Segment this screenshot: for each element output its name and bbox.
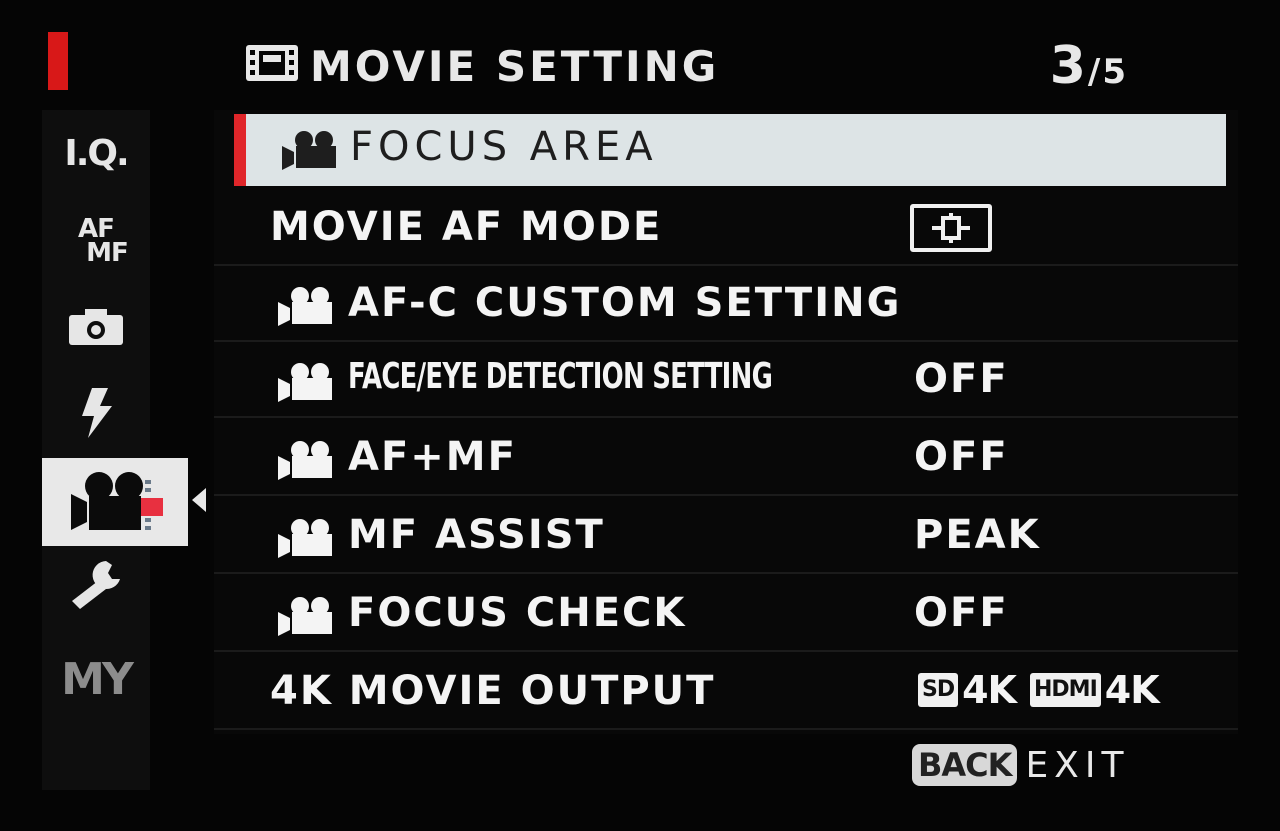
menu-item-focus-area[interactable]: FOCUS AREA <box>234 114 1226 186</box>
my-menu-icon: MY <box>61 653 134 705</box>
menu-item-movie-af-mode[interactable]: MOVIE AF MODE <box>214 190 1238 266</box>
menu-item-label: 4K MOVIE OUTPUT <box>270 668 716 714</box>
page-current: 3 <box>1049 36 1086 96</box>
hdmi-output-value: 4K <box>1104 668 1160 712</box>
af-area-icon <box>910 204 992 252</box>
menu-item-label: AF-C CUSTOM SETTING <box>348 280 902 326</box>
red-position-marker <box>48 32 68 90</box>
menu-item-af-c-custom-setting[interactable]: AF-C CUSTOM SETTING <box>214 266 1238 342</box>
menu-list: FOCUS AREA MOVIE AF MODE AF-C CUSTOM SET… <box>214 110 1238 734</box>
sidebar-item-setup[interactable] <box>42 550 150 620</box>
page-total: 5 <box>1102 52 1126 92</box>
menu-item-label: FACE/EYE DETECTION SETTING <box>348 356 773 397</box>
menu-item-focus-check[interactable]: FOCUS CHECK OFF <box>214 576 1238 652</box>
movie-camera-icon <box>278 519 332 558</box>
movie-camera-icon <box>282 131 336 170</box>
af-mf-icon: AF MF <box>64 216 129 268</box>
menu-item-label: MF ASSIST <box>348 512 605 558</box>
header: MOVIE SETTING 3/5 <box>244 36 1144 96</box>
movie-camera-icon <box>71 472 163 530</box>
sidebar-item-my-menu[interactable]: MY <box>42 644 150 714</box>
output-values: SD 4K HDMI 4K <box>918 668 1160 712</box>
wrench-icon <box>72 561 120 609</box>
back-button[interactable]: BACK <box>912 744 1018 786</box>
menu-item-face-eye-detection[interactable]: FACE/EYE DETECTION SETTING OFF <box>214 342 1238 418</box>
menu-item-label: MOVIE AF MODE <box>270 204 663 250</box>
sidebar-item-movie[interactable] <box>42 458 188 546</box>
movie-camera-icon <box>278 441 332 480</box>
menu-item-value: OFF <box>914 434 1009 480</box>
menu-item-value: PEAK <box>914 512 1041 558</box>
movie-camera-icon <box>278 363 332 402</box>
flash-icon <box>82 388 112 438</box>
page-title: MOVIE SETTING <box>310 42 720 91</box>
active-category-pointer <box>192 488 206 512</box>
menu-item-value: OFF <box>914 356 1009 402</box>
sidebar-item-flash[interactable] <box>42 378 150 448</box>
menu-item-label: FOCUS AREA <box>350 124 658 170</box>
sd-output-value: 4K <box>962 668 1017 712</box>
movie-camera-icon <box>278 287 332 326</box>
menu-category-sidebar: I.Q. AF MF MY <box>42 110 188 790</box>
hdmi-badge: HDMI <box>1030 673 1101 707</box>
sidebar-item-af-mf[interactable]: AF MF <box>42 206 150 276</box>
sd-card-badge: SD <box>918 673 959 707</box>
menu-item-mf-assist[interactable]: MF ASSIST PEAK <box>214 498 1238 574</box>
sidebar-item-image-quality[interactable]: I.Q. <box>42 118 150 188</box>
menu-item-label: FOCUS CHECK <box>348 590 687 636</box>
menu-item-af-mf[interactable]: AF+MF OFF <box>214 420 1238 496</box>
menu-item-value: OFF <box>914 590 1009 636</box>
menu-item-4k-movie-output[interactable]: 4K MOVIE OUTPUT SD 4K HDMI 4K <box>214 654 1238 730</box>
menu-item-label: AF+MF <box>348 434 517 480</box>
footer-hint: BACK EXIT <box>912 744 1129 786</box>
mf-label: MF <box>86 238 129 268</box>
iq-icon: I.Q. <box>64 132 129 174</box>
movie-menu-icon <box>246 45 298 81</box>
page-separator: / <box>1087 52 1101 92</box>
movie-camera-icon <box>278 597 332 636</box>
camera-icon <box>69 309 123 345</box>
page-indicator: 3/5 <box>1050 36 1126 96</box>
sidebar-item-shooting[interactable] <box>42 292 150 362</box>
exit-label: EXIT <box>1025 744 1130 786</box>
